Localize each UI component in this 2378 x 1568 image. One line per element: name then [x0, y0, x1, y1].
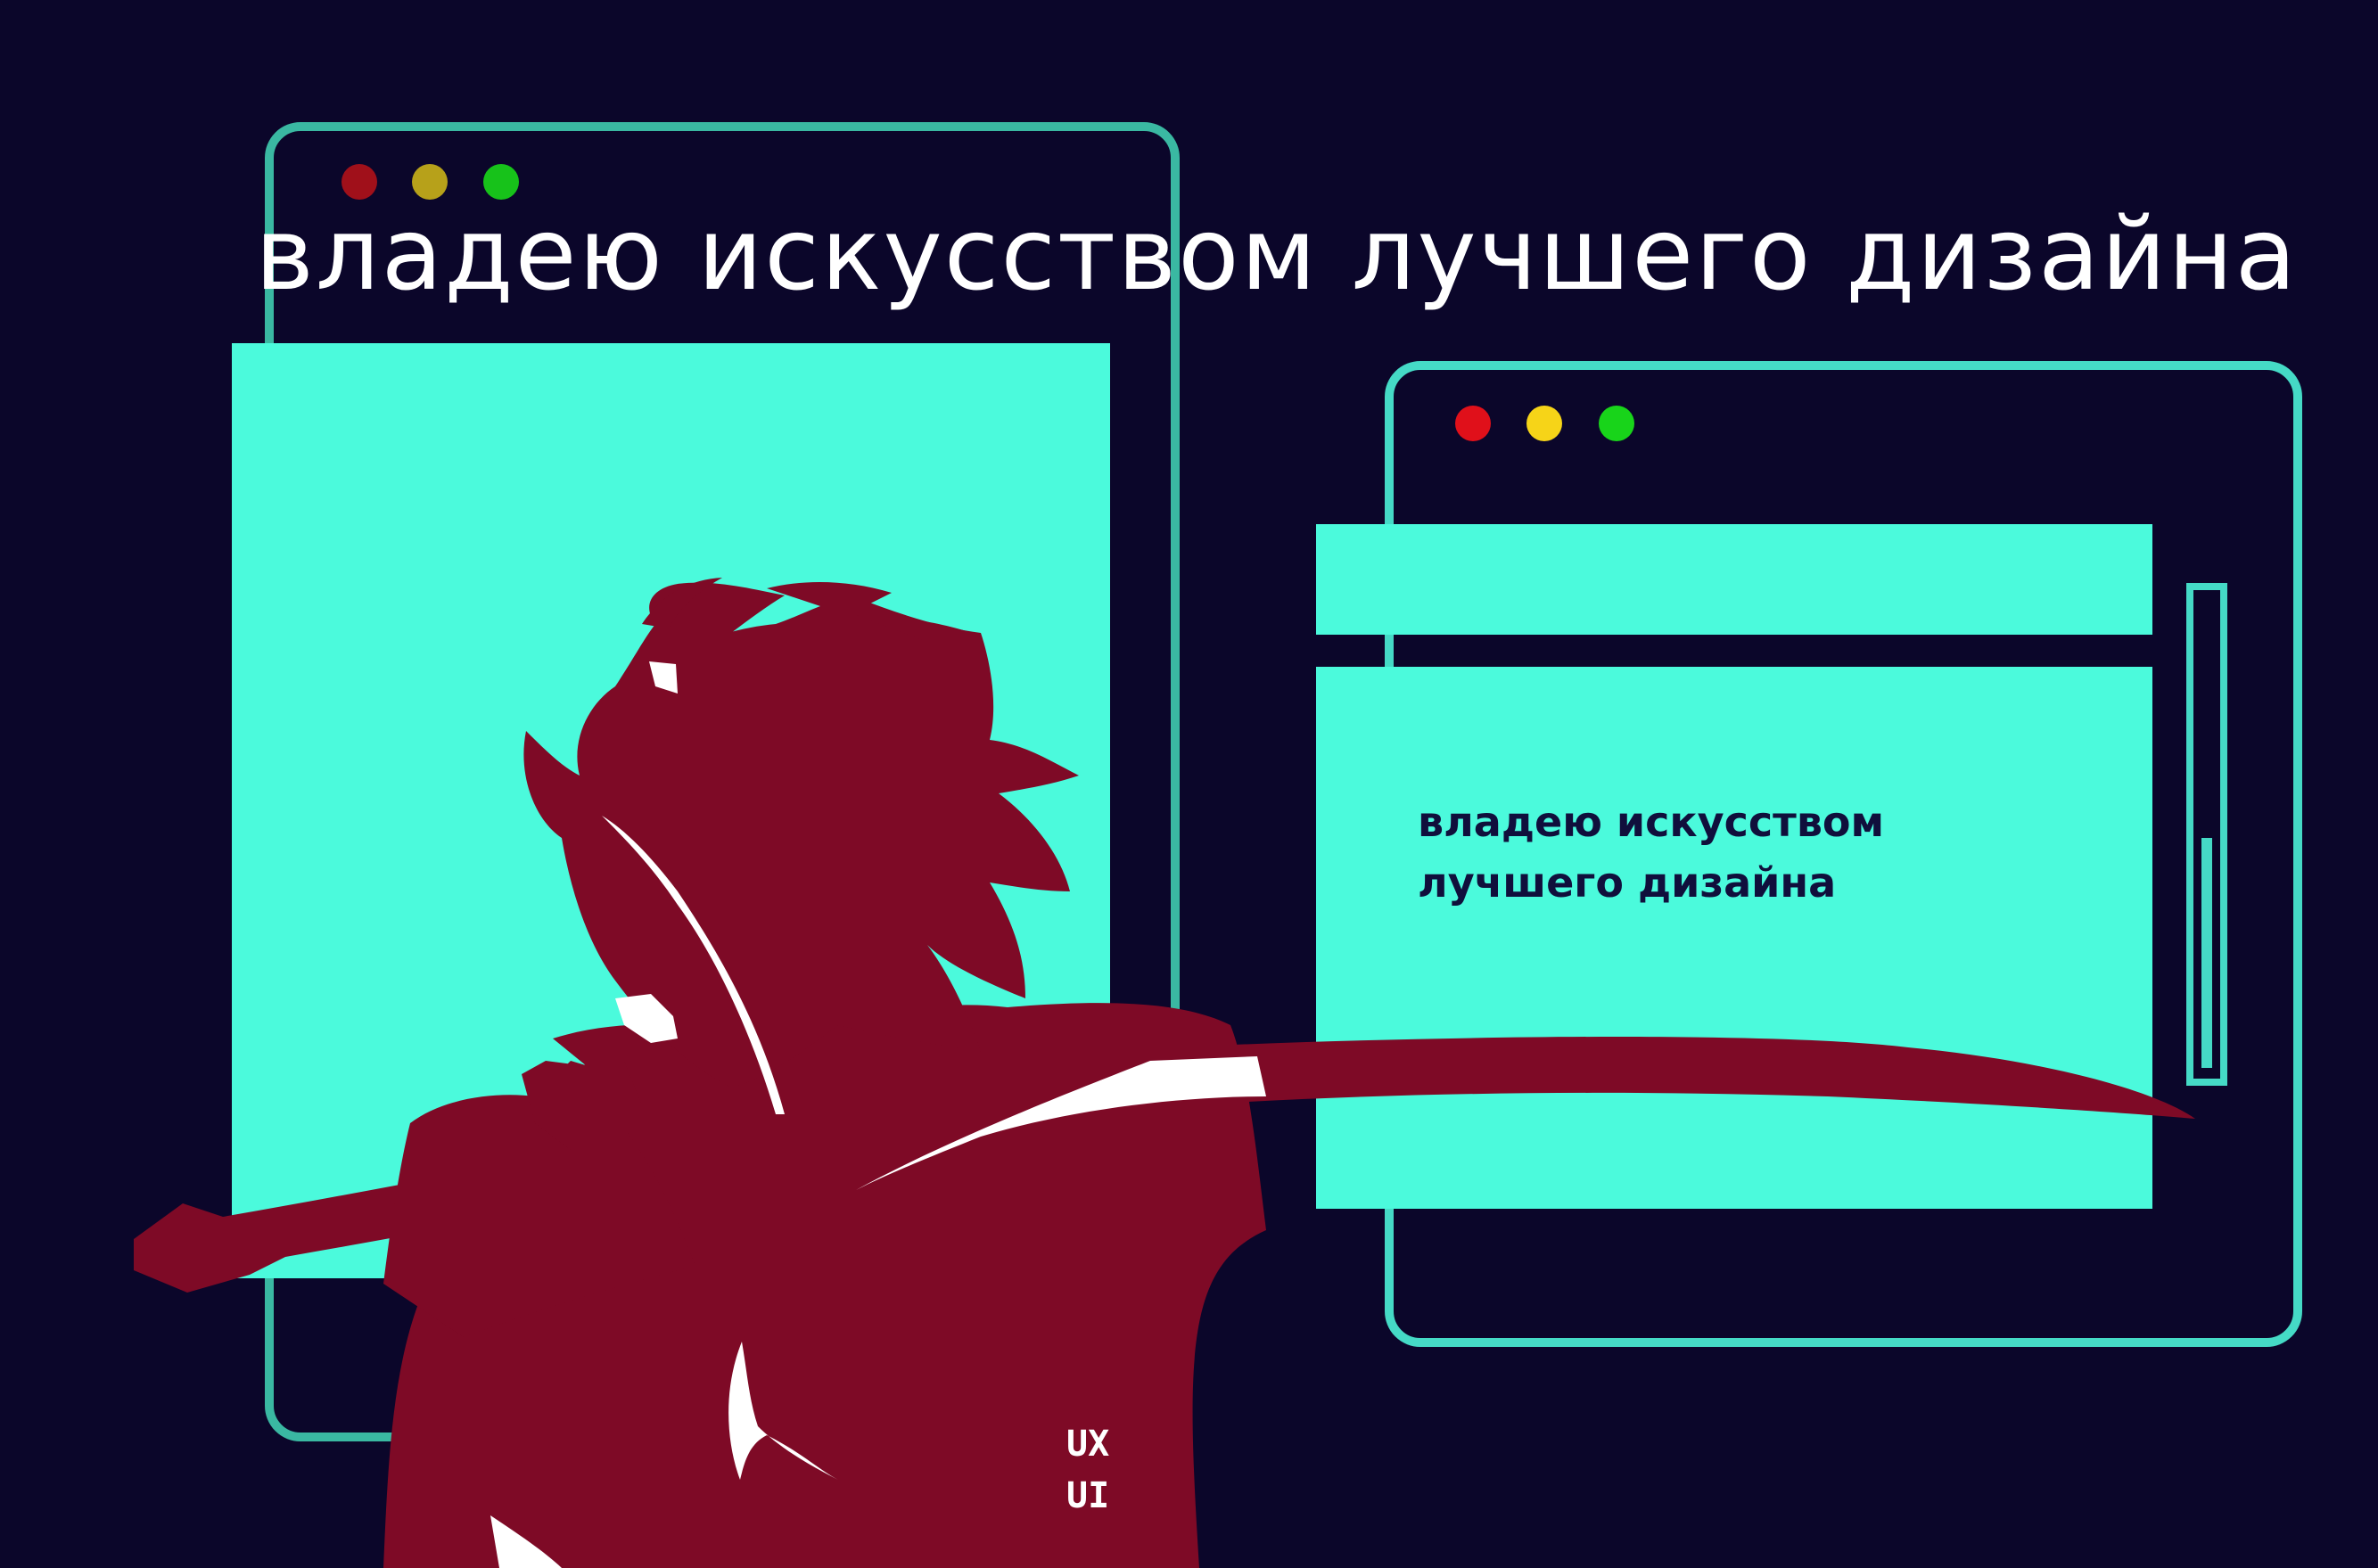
ux-label: UX: [1066, 1424, 1110, 1465]
headline: владею искусством лучшего дизайна: [255, 197, 2299, 313]
ui-label: UI: [1066, 1475, 1110, 1516]
poster-canvas: владею искусством лучшего дизайна владею…: [0, 0, 2378, 1568]
sword-blade: [1168, 1036, 2195, 1119]
ux-ui-tag: UX UI: [1066, 1418, 1109, 1522]
